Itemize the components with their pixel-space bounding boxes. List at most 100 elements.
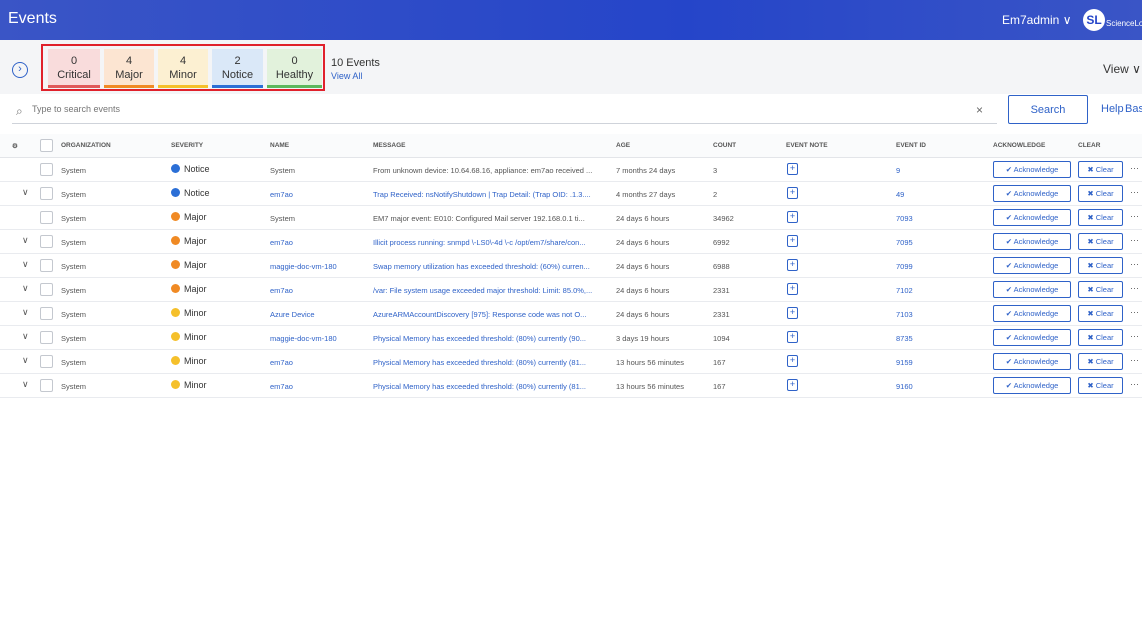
event-id-cell[interactable]: 7103 [896,310,913,319]
severity-tile-minor[interactable]: 4 Minor [158,49,208,88]
acknowledge-button[interactable]: ✔ Acknowledge [993,353,1071,370]
add-note-icon[interactable]: + [787,163,798,175]
message-cell[interactable]: Trap Received: nsNotifyShutdown | Trap D… [373,190,610,199]
event-id-cell[interactable]: 9159 [896,358,913,367]
row-checkbox[interactable] [40,307,53,320]
row-checkbox[interactable] [40,355,53,368]
clear-search-icon[interactable]: × [976,103,983,117]
search-input[interactable] [32,104,732,114]
table-row[interactable]: System Notice System From unknown device: 1… [0,158,1142,182]
clear-button[interactable]: ✖ Clear [1078,185,1123,202]
table-row[interactable]: ∨ System Minor Azure Device AzureARMAccountD… [0,302,1142,326]
name-cell[interactable]: em7ao [270,238,293,247]
row-checkbox[interactable] [40,235,53,248]
gear-icon[interactable]: ⚙ [12,142,18,150]
add-note-icon[interactable]: + [787,259,798,271]
add-note-icon[interactable]: + [787,307,798,319]
acknowledge-button[interactable]: ✔ Acknowledge [993,233,1071,250]
chevron-down-icon[interactable]: ∨ [22,355,29,366]
more-icon[interactable]: ··· [1130,163,1139,173]
clear-button[interactable]: ✖ Clear [1078,281,1123,298]
acknowledge-button[interactable]: ✔ Acknowledge [993,281,1071,298]
event-id-cell[interactable]: 7095 [896,238,913,247]
col-event-id[interactable]: EVENT ID [896,142,926,149]
view-menu[interactable]: View ∨ [1103,62,1141,76]
table-row[interactable]: ∨ System Minor maggie-doc-vm-180 Physical Me… [0,326,1142,350]
row-checkbox[interactable] [40,211,53,224]
more-icon[interactable]: ··· [1130,187,1139,197]
event-id-cell[interactable]: 8735 [896,334,913,343]
clear-button[interactable]: ✖ Clear [1078,257,1123,274]
table-row[interactable]: ∨ System Major maggie-doc-vm-180 Swap memory… [0,254,1142,278]
message-cell[interactable]: Physical Memory has exceeded threshold: … [373,382,610,391]
add-note-icon[interactable]: + [787,283,798,295]
severity-tile-major[interactable]: 4 Major [104,49,154,88]
add-note-icon[interactable]: + [787,379,798,391]
row-checkbox[interactable] [40,379,53,392]
event-id-cell[interactable]: 7099 [896,262,913,271]
clear-button[interactable]: ✖ Clear [1078,233,1123,250]
col-age[interactable]: AGE [616,142,630,149]
col-clear[interactable]: CLEAR [1078,142,1100,149]
more-icon[interactable]: ··· [1130,235,1139,245]
message-cell[interactable]: /var: File system usage exceeded major t… [373,286,610,295]
event-id-cell[interactable]: 7102 [896,286,913,295]
more-icon[interactable]: ··· [1130,259,1139,269]
search-button[interactable]: Search [1008,95,1088,124]
chevron-down-icon[interactable]: ∨ [1063,13,1072,27]
row-checkbox[interactable] [40,187,53,200]
row-checkbox[interactable] [40,163,53,176]
clear-button[interactable]: ✖ Clear [1078,329,1123,346]
more-icon[interactable]: ··· [1130,211,1139,221]
col-message[interactable]: MESSAGE [373,142,406,149]
clear-button[interactable]: ✖ Clear [1078,305,1123,322]
col-count[interactable]: COUNT [713,142,736,149]
message-cell[interactable]: AzureARMAccountDiscovery [975]: Response… [373,310,610,319]
chevron-down-icon[interactable]: ∨ [22,259,29,270]
message-cell[interactable]: Physical Memory has exceeded threshold: … [373,334,610,343]
message-cell[interactable]: Illicit process running: snmpd \-LS0\-4d… [373,238,610,247]
col-organization[interactable]: ORGANIZATION [61,142,111,149]
more-icon[interactable]: ··· [1130,283,1139,293]
table-row[interactable]: ∨ System Major em7ao Illicit process running… [0,230,1142,254]
view-all-link[interactable]: View All [331,71,362,81]
event-id-cell[interactable]: 7093 [896,214,913,223]
add-note-icon[interactable]: + [787,331,798,343]
acknowledge-button[interactable]: ✔ Acknowledge [993,329,1071,346]
severity-tile-notice[interactable]: 2 Notice [212,49,263,88]
severity-tile-critical[interactable]: 0 Critical [48,49,100,88]
row-checkbox[interactable] [40,283,53,296]
table-row[interactable]: ∨ System Major em7ao/var: File system usage… [0,278,1142,302]
add-note-icon[interactable]: + [787,355,798,367]
acknowledge-button[interactable]: ✔ Acknowledge [993,209,1071,226]
more-icon[interactable]: ··· [1130,355,1139,365]
chevron-down-icon[interactable]: ∨ [22,187,29,198]
event-id-cell[interactable]: 49 [896,190,904,199]
table-row[interactable]: ∨ System Minor em7ao Physical Memory has exc… [0,374,1142,398]
chevron-down-icon[interactable]: ∨ [22,283,29,294]
col-severity[interactable]: SEVERITY [171,142,203,149]
name-cell[interactable]: maggie-doc-vm-180 [270,334,337,343]
acknowledge-button[interactable]: ✔ Acknowledge [993,305,1071,322]
name-cell[interactable]: maggie-doc-vm-180 [270,262,337,271]
add-note-icon[interactable]: + [787,211,798,223]
severity-tile-healthy[interactable]: 0 Healthy [267,49,322,88]
name-cell[interactable]: em7ao [270,382,293,391]
event-id-cell[interactable]: 9 [896,166,900,175]
acknowledge-button[interactable]: ✔ Acknowledge [993,161,1071,178]
event-id-cell[interactable]: 9160 [896,382,913,391]
chevron-down-icon[interactable]: ∨ [22,235,29,246]
message-cell[interactable]: Swap memory utilization has exceeded thr… [373,262,610,271]
more-icon[interactable]: ··· [1130,307,1139,317]
row-checkbox[interactable] [40,259,53,272]
col-event-note[interactable]: EVENT NOTE [786,142,828,149]
clear-button[interactable]: ✖ Clear [1078,209,1123,226]
more-icon[interactable]: ··· [1130,331,1139,341]
add-note-icon[interactable]: + [787,235,798,247]
acknowledge-button[interactable]: ✔ Acknowledge [993,185,1071,202]
expand-arrow-icon[interactable]: › [12,62,28,78]
basic-link[interactable]: Basi [1125,103,1142,115]
clear-button[interactable]: ✖ Clear [1078,353,1123,370]
row-checkbox[interactable] [40,331,53,344]
name-cell[interactable]: Azure Device [270,310,315,319]
